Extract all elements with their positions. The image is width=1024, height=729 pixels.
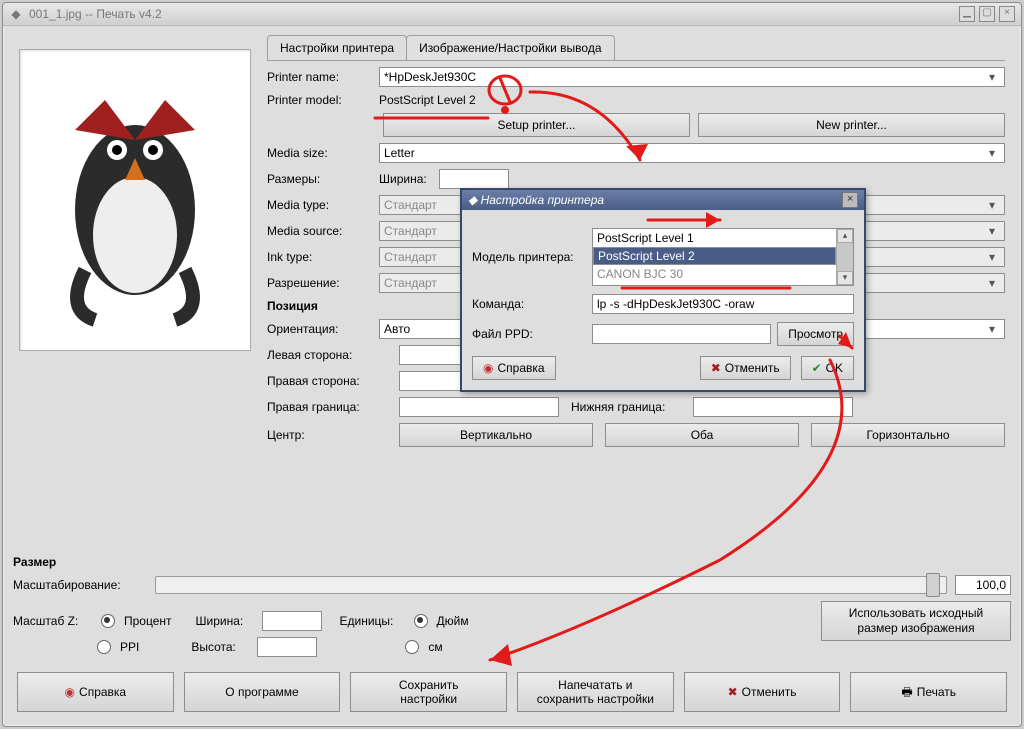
right-label: Правая сторона: [267, 374, 387, 388]
dialog-model-label: Модель принтера: [472, 250, 592, 264]
bottombound-label: Нижняя граница: [571, 400, 681, 414]
command-input[interactable] [592, 294, 854, 314]
width-sublabel: Ширина: [379, 172, 439, 186]
setup-printer-button[interactable]: Setup printer... [383, 113, 690, 137]
list-item[interactable]: CANON BJC 30 [593, 265, 836, 283]
close-icon[interactable]: × [999, 6, 1015, 22]
dialog-ok-button[interactable]: ✔OK [801, 356, 854, 380]
maximize-icon[interactable]: ▢ [979, 6, 995, 22]
print-save-button[interactable]: Напечатать и сохранить настройки [517, 672, 674, 712]
rightbound-input[interactable] [399, 397, 559, 417]
width2-label: Ширина: [196, 614, 256, 628]
chevron-down-icon: ▾ [984, 70, 1000, 84]
tab-output-settings[interactable]: Изображение/Настройки вывода [406, 35, 614, 60]
bottombound-input[interactable] [693, 397, 853, 417]
media-type-label: Media type: [267, 198, 379, 212]
scroll-down-icon[interactable]: ▾ [837, 271, 853, 285]
radio-percent[interactable] [101, 614, 115, 628]
browse-button[interactable]: Просмотр [777, 322, 854, 346]
dialog-titlebar[interactable]: ◆ Настройка принтера × [462, 190, 864, 210]
minimize-icon[interactable]: ▁ [959, 6, 975, 22]
radio-ppi[interactable] [97, 640, 111, 654]
lifebuoy-icon: ◉ [65, 685, 75, 699]
left-label: Левая сторона: [267, 348, 387, 362]
units-label: Единицы: [340, 614, 408, 628]
cancel-icon: ✖ [711, 361, 721, 375]
ppd-input[interactable] [592, 324, 771, 344]
check-icon: ✔ [812, 361, 822, 375]
height2-input[interactable] [257, 637, 317, 657]
center-vertical-button[interactable]: Вертикально [399, 423, 593, 447]
media-size-select[interactable]: Letter▾ [379, 143, 1005, 163]
radio-inch[interactable] [414, 614, 428, 628]
center-horizontal-button[interactable]: Горизонтально [811, 423, 1005, 447]
scaling-value[interactable] [955, 575, 1011, 595]
scrollbar[interactable]: ▴▾ [836, 229, 853, 285]
ink-type-label: Ink type: [267, 250, 379, 264]
width-input[interactable] [439, 169, 509, 189]
scroll-up-icon[interactable]: ▴ [837, 229, 853, 243]
printer-model-label: Printer model: [267, 93, 379, 107]
preview-image [45, 70, 225, 330]
dialog-close-icon[interactable]: × [842, 192, 858, 208]
about-button[interactable]: О программе [184, 672, 341, 712]
media-source-label: Media source: [267, 224, 379, 238]
center-label: Центр: [267, 428, 387, 442]
save-settings-button[interactable]: Сохранить настройки [350, 672, 507, 712]
lifebuoy-icon: ◉ [483, 361, 493, 375]
rightbound-label: Правая граница: [267, 400, 387, 414]
app-icon: ◆ [9, 7, 23, 21]
model-listbox[interactable]: PostScript Level 1 PostScript Level 2 CA… [592, 228, 854, 286]
printer-model-value: PostScript Level 2 [379, 93, 476, 107]
help-button[interactable]: ◉Справка [17, 672, 174, 712]
radio-cm[interactable] [405, 640, 419, 654]
scaling-slider[interactable] [155, 576, 947, 594]
chevron-down-icon: ▾ [984, 146, 1000, 160]
dialog-help-button[interactable]: ◉Справка [472, 356, 556, 380]
resolution-label: Разрешение: [267, 276, 379, 290]
media-size-label: Media size: [267, 146, 379, 160]
tab-printer-settings[interactable]: Настройки принтера [267, 35, 407, 60]
slider-thumb[interactable] [926, 573, 940, 597]
print-button[interactable]: 🖶Печать [850, 672, 1007, 712]
dialog-command-label: Команда: [472, 297, 592, 311]
window-title: 001_1.jpg -- Печать v4.2 [29, 7, 162, 21]
diamond-icon: ◆ [468, 193, 477, 207]
sizes-label: Размеры: [267, 172, 379, 186]
printer-icon: 🖶 [901, 685, 912, 699]
dialog-title: Настройка принтера [481, 193, 604, 207]
printer-setup-dialog: ◆ Настройка принтера × Модель принтера: … [460, 188, 866, 392]
center-both-button[interactable]: Оба [605, 423, 799, 447]
use-original-size-button[interactable]: Использовать исходный размер изображения [821, 601, 1011, 641]
dialog-cancel-button[interactable]: ✖Отменить [700, 356, 791, 380]
new-printer-button[interactable]: New printer... [698, 113, 1005, 137]
cancel-button[interactable]: ✖Отменить [684, 672, 841, 712]
preview-pane [19, 49, 251, 351]
dialog-ppd-label: Файл PPD: [472, 327, 592, 341]
printer-name-label: Printer name: [267, 70, 379, 84]
scalez-label: Масштаб Z: [13, 614, 95, 628]
scaling-label: Масштабирование: [13, 578, 147, 592]
cancel-icon: ✖ [728, 685, 738, 699]
titlebar[interactable]: ◆ 001_1.jpg -- Печать v4.2 ▁ ▢ × [3, 3, 1021, 26]
printer-name-select[interactable]: *HpDeskJet930C▾ [379, 67, 1005, 87]
list-item[interactable]: PostScript Level 2 [593, 247, 836, 265]
width2-input[interactable] [262, 611, 322, 631]
orientation-label: Ориентация: [267, 322, 379, 336]
height2-label: Высота: [191, 640, 251, 654]
size-title: Размер [13, 555, 1011, 569]
list-item[interactable]: PostScript Level 1 [593, 229, 836, 247]
